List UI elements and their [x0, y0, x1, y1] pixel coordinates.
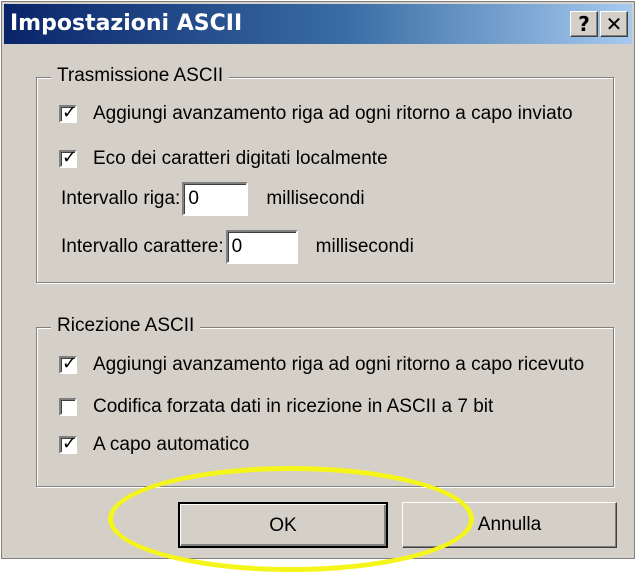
checkbox-row-linefeed-sent[interactable]: ✓ Aggiungi avanzamento riga ad ogni rito…	[59, 102, 573, 125]
line-delay-row: Intervallo riga: 0 millisecondi	[61, 179, 365, 219]
checkbox-label: Eco dei caratteri digitati localmente	[93, 148, 388, 169]
dialog-title: Impostazioni ASCII	[10, 11, 243, 36]
line-delay-label: Intervallo riga:	[61, 188, 181, 209]
checkmark-icon: ✓	[62, 102, 78, 123]
transmission-group: Trasmissione ASCII ✓ Aggiungi avanzament…	[36, 65, 614, 283]
checkbox-label: Codifica forzata dati in ricezione in AS…	[93, 396, 494, 417]
checkbox-row-force-7bit[interactable]: Codifica forzata dati in ricezione in AS…	[59, 396, 493, 418]
checkbox-word-wrap[interactable]: ✓	[59, 433, 78, 454]
checkmark-icon: ✓	[62, 433, 78, 454]
char-delay-input[interactable]: 0	[225, 230, 298, 264]
title-bar: Impostazioni ASCII ? ✕	[4, 4, 632, 44]
ascii-settings-dialog: Impostazioni ASCII ? ✕ Trasmissione ASCI…	[1, 1, 635, 559]
checkmark-icon: ✓	[62, 353, 78, 374]
char-delay-row: Intervallo carattere: 0 millisecondi	[61, 227, 414, 267]
checkbox-local-echo[interactable]: ✓	[59, 147, 78, 168]
cancel-button[interactable]: Annulla	[402, 502, 617, 548]
checkbox-row-word-wrap[interactable]: ✓ A capo automatico	[59, 433, 250, 456]
checkbox-linefeed-sent[interactable]: ✓	[59, 102, 78, 123]
checkbox-label: A capo automatico	[93, 434, 250, 455]
close-button[interactable]: ✕	[600, 11, 628, 37]
transmission-legend: Trasmissione ASCII	[51, 65, 230, 87]
checkbox-row-linefeed-received[interactable]: ✓ Aggiungi avanzamento riga ad ogni rito…	[59, 353, 585, 376]
char-delay-unit: millisecondi	[315, 236, 414, 257]
reception-group: Ricezione ASCII ✓ Aggiungi avanzamento r…	[36, 315, 614, 487]
checkbox-label: Aggiungi avanzamento riga ad ogni ritorn…	[93, 103, 573, 124]
checkbox-label: Aggiungi avanzamento riga ad ogni ritorn…	[93, 354, 585, 375]
checkbox-force-7bit[interactable]	[59, 398, 77, 416]
line-delay-unit: millisecondi	[266, 188, 365, 209]
checkbox-row-local-echo[interactable]: ✓ Eco dei caratteri digitati localmente	[59, 147, 388, 170]
char-delay-label: Intervallo carattere:	[61, 236, 224, 257]
ok-button[interactable]: OK	[178, 502, 388, 548]
reception-legend: Ricezione ASCII	[51, 315, 201, 337]
checkmark-icon: ✓	[62, 147, 78, 168]
line-delay-input[interactable]: 0	[182, 182, 249, 216]
help-button[interactable]: ?	[570, 11, 598, 37]
checkbox-linefeed-received[interactable]: ✓	[59, 353, 78, 374]
